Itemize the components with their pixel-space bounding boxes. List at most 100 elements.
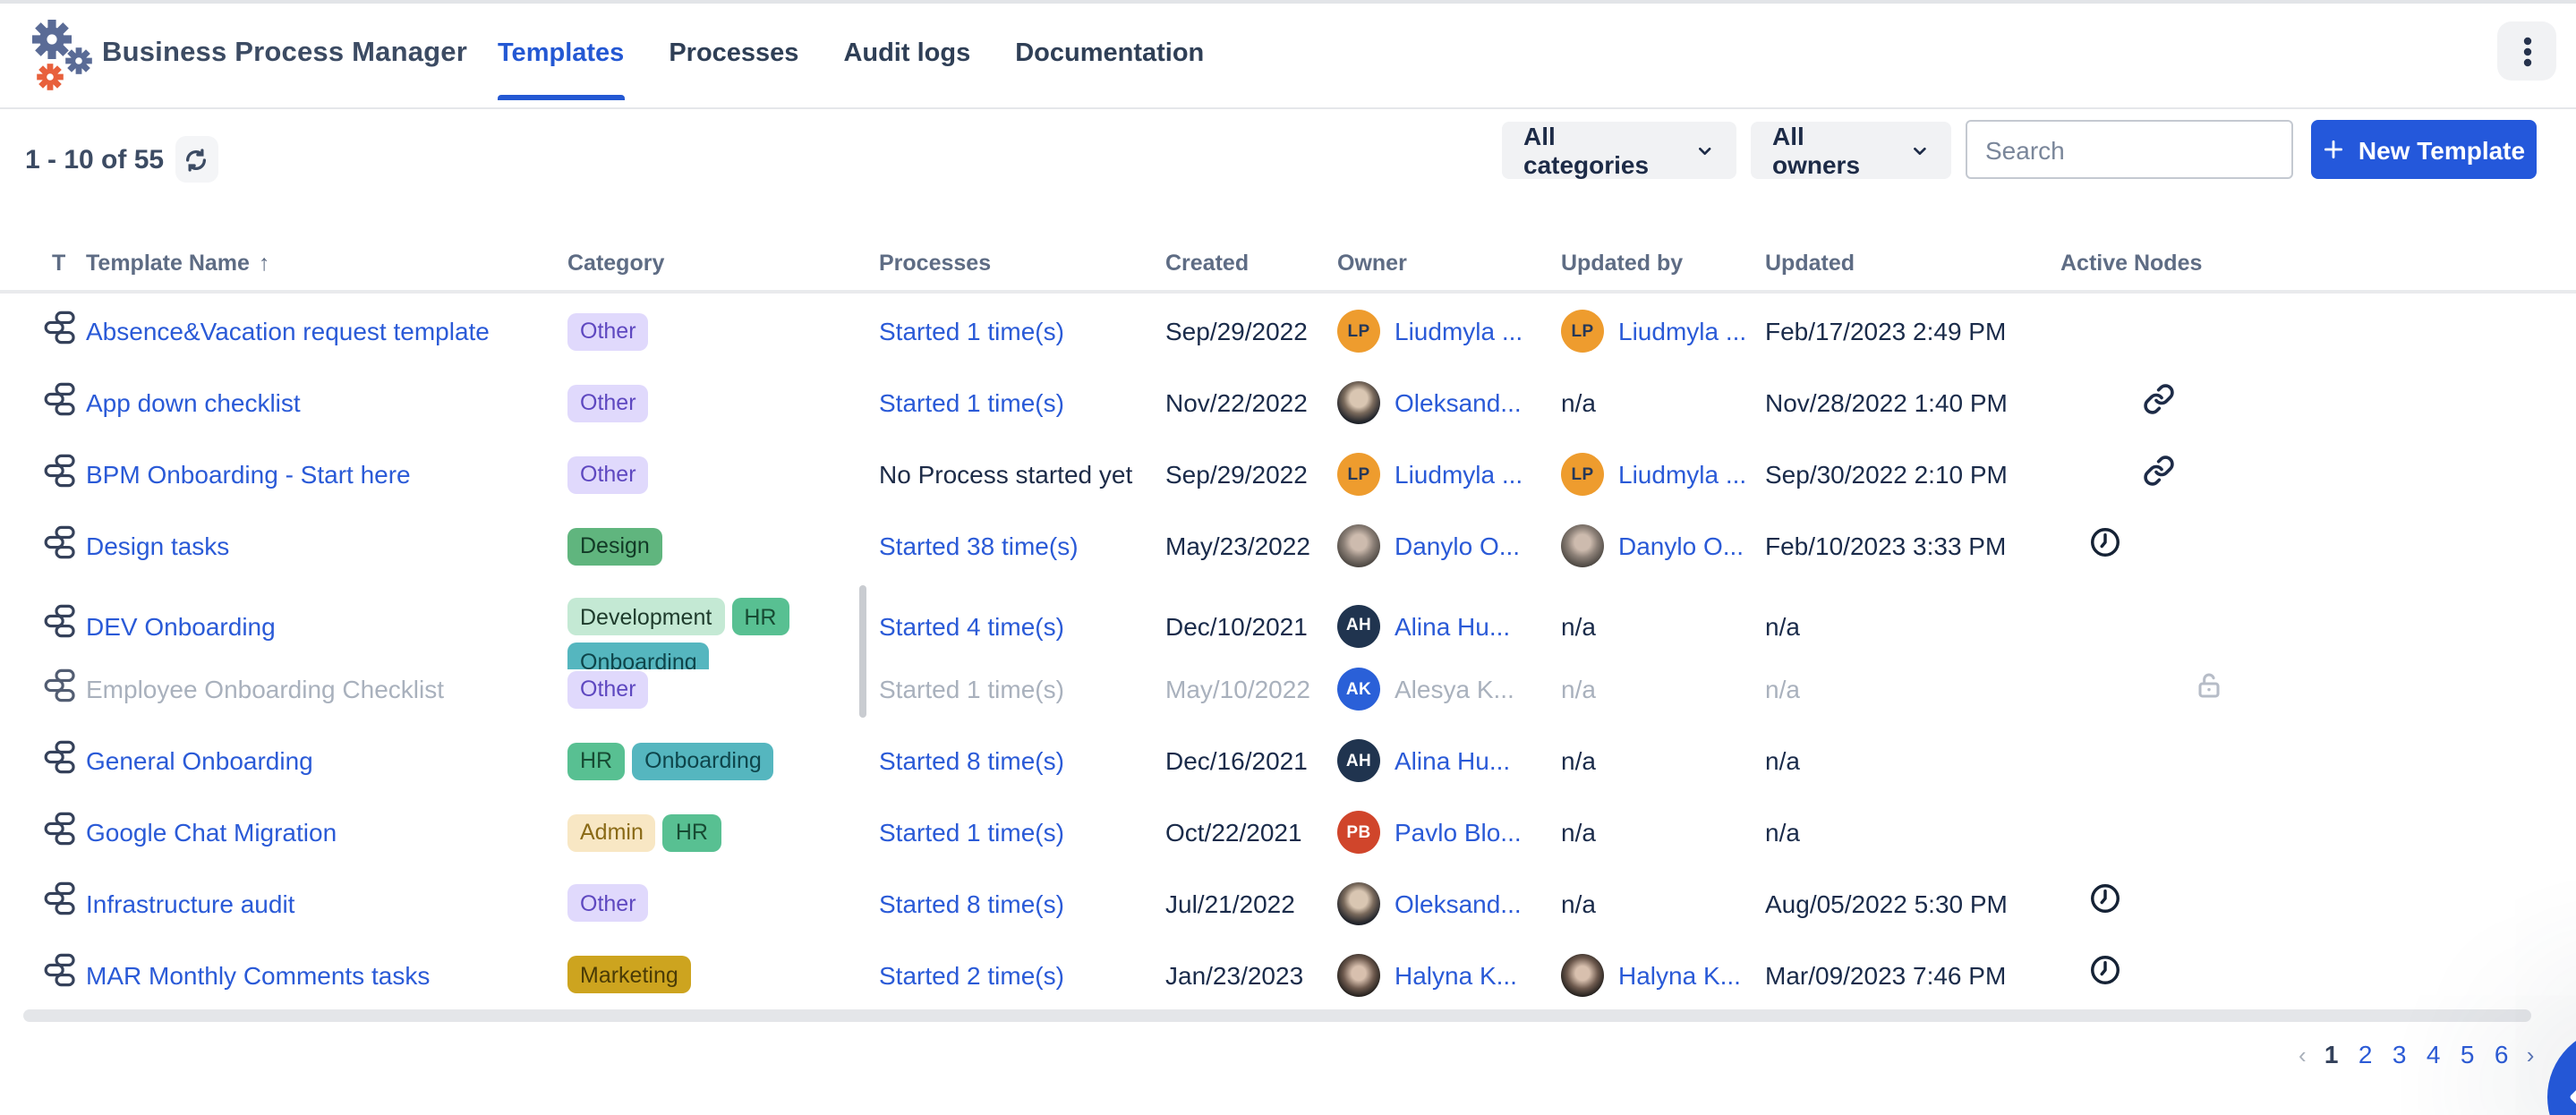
chevron-down-icon xyxy=(1910,140,1930,160)
column-header-created[interactable]: Created xyxy=(1165,250,1337,275)
column-header-updatedby[interactable]: Updated by xyxy=(1561,250,1765,275)
processes-cell[interactable]: Started 1 time(s) xyxy=(879,389,1165,418)
link-icon xyxy=(2143,455,2175,496)
user-name-link[interactable]: Danylo O... xyxy=(1395,532,1520,561)
created-cell: Oct/22/2021 xyxy=(1165,818,1337,847)
updated-cell: n/a xyxy=(1765,746,2060,775)
overflow-menu-button[interactable] xyxy=(2497,21,2556,81)
user-initials-avatar: LP xyxy=(1561,454,1604,497)
template-name-link[interactable]: MAR Monthly Comments tasks xyxy=(86,961,567,990)
updated-cell: Aug/05/2022 5:30 PM xyxy=(1765,889,2060,918)
template-name-link[interactable]: General Onboarding xyxy=(86,746,567,775)
template-table-body: Absence&Vacation request template Other … xyxy=(0,292,2576,1011)
template-type-cell xyxy=(43,381,86,426)
user-name-link[interactable]: Alina Hu... xyxy=(1395,612,1510,641)
updated-cell: n/a xyxy=(1765,675,2060,703)
user-initials-avatar: LP xyxy=(1337,454,1380,497)
user-name-link[interactable]: Oleksand... xyxy=(1395,389,1522,418)
plus-icon xyxy=(2323,138,2346,161)
pagination-page-4[interactable]: 4 xyxy=(2425,1040,2443,1068)
tab-templates[interactable]: Templates xyxy=(498,0,624,107)
processes-cell[interactable]: Started 1 time(s) xyxy=(879,318,1165,346)
table-row: Employee Onboarding Checklist Other Star… xyxy=(0,653,2576,725)
updated-by-cell: n/a xyxy=(1561,889,1765,918)
template-type-cell xyxy=(43,738,86,783)
processes-cell[interactable]: Started 8 time(s) xyxy=(879,746,1165,775)
processes-cell[interactable]: Started 8 time(s) xyxy=(879,889,1165,918)
updated-cell: Sep/30/2022 2:10 PM xyxy=(1765,461,2060,489)
column-header-proc[interactable]: Processes xyxy=(879,250,1165,275)
refresh-button[interactable] xyxy=(175,136,218,183)
template-name-link[interactable]: Google Chat Migration xyxy=(86,818,567,847)
pagination-page-1[interactable]: 1 xyxy=(2323,1040,2341,1068)
category-badge: HR xyxy=(731,599,789,636)
category-cell: Marketing xyxy=(567,957,879,994)
user-name-link[interactable]: Danylo O... xyxy=(1618,532,1744,561)
top-navigation-bar: Business Process Manager Templates Proces… xyxy=(0,0,2576,109)
template-name-link[interactable]: Absence&Vacation request template xyxy=(86,318,567,346)
owner-cell: AHAlina Hu... xyxy=(1337,605,1561,648)
pagination-page-5[interactable]: 5 xyxy=(2459,1040,2477,1068)
template-name-link[interactable]: DEV Onboarding xyxy=(86,612,567,641)
pagination-previous-button[interactable]: ‹ xyxy=(2299,1041,2307,1068)
category-cell: Other xyxy=(567,885,879,923)
processes-cell[interactable]: Started 2 time(s) xyxy=(879,961,1165,990)
processes-cell[interactable]: Started 4 time(s) xyxy=(879,612,1165,641)
not-available-text: n/a xyxy=(1561,746,1596,775)
category-cell: Other xyxy=(567,313,879,351)
owner-filter-dropdown[interactable]: All owners xyxy=(1751,122,1951,179)
user-name-link[interactable]: Liudmyla ... xyxy=(1395,318,1523,346)
created-cell: Sep/29/2022 xyxy=(1165,461,1337,489)
user-name-link[interactable]: Liudmyla ... xyxy=(1618,318,1746,346)
column-header-name[interactable]: Template Name↑ xyxy=(86,250,567,275)
sort-ascending-icon: ↑ xyxy=(259,250,270,275)
pagination-next-button[interactable]: › xyxy=(2527,1041,2535,1068)
user-name-link[interactable]: Liudmyla ... xyxy=(1618,461,1746,489)
category-cell-scrollbar[interactable] xyxy=(859,585,866,718)
pagination-page-2[interactable]: 2 xyxy=(2357,1040,2375,1068)
horizontal-scrollbar[interactable] xyxy=(23,1009,2531,1022)
user-name-link[interactable]: Halyna K... xyxy=(1395,961,1517,990)
template-name-link[interactable]: App down checklist xyxy=(86,389,567,418)
not-available-text: n/a xyxy=(1561,889,1596,918)
updated-cell: Feb/17/2023 2:49 PM xyxy=(1765,318,2060,346)
pagination-page-3[interactable]: 3 xyxy=(2391,1040,2409,1068)
category-cell: HROnboarding xyxy=(567,742,879,779)
category-cell: Other xyxy=(567,385,879,422)
category-badge: Other xyxy=(567,670,649,708)
owner-cell: Oleksand... xyxy=(1337,382,1561,425)
not-available-text: n/a xyxy=(1561,675,1596,703)
template-type-cell xyxy=(43,667,86,711)
tab-audit-logs[interactable]: Audit logs xyxy=(843,0,970,107)
table-row: App down checklist Other Started 1 time(… xyxy=(0,368,2576,439)
user-name-link[interactable]: Liudmyla ... xyxy=(1395,461,1523,489)
collapse-widget-button[interactable] xyxy=(2547,1027,2576,1115)
workflow-chain-icon xyxy=(43,810,77,855)
owner-cell: AHAlina Hu... xyxy=(1337,739,1561,782)
processes-cell[interactable]: Started 1 time(s) xyxy=(879,818,1165,847)
column-header-updated[interactable]: Updated xyxy=(1765,250,2060,275)
processes-cell[interactable]: Started 38 time(s) xyxy=(879,532,1165,561)
tab-documentation[interactable]: Documentation xyxy=(1015,0,1204,107)
user-name-link[interactable]: Alina Hu... xyxy=(1395,746,1510,775)
tab-processes[interactable]: Processes xyxy=(669,0,798,107)
user-name-link[interactable]: Pavlo Blo... xyxy=(1395,818,1522,847)
updated-by-cell: n/a xyxy=(1561,675,1765,703)
column-header-active[interactable]: Active Nodes xyxy=(2060,250,2576,275)
template-type-cell xyxy=(43,310,86,354)
search-field xyxy=(1966,120,2293,179)
app-title: Business Process Manager xyxy=(102,0,467,107)
template-name-link[interactable]: BPM Onboarding - Start here xyxy=(86,461,567,489)
column-header-owner[interactable]: Owner xyxy=(1337,250,1561,275)
template-name-link[interactable]: Design tasks xyxy=(86,532,567,561)
workflow-chain-icon xyxy=(43,310,77,354)
user-name-link[interactable]: Halyna K... xyxy=(1618,961,1741,990)
user-name-link[interactable]: Oleksand... xyxy=(1395,889,1522,918)
column-header-cat[interactable]: Category xyxy=(567,250,879,275)
search-input[interactable] xyxy=(1967,135,2309,164)
result-count: 1 - 10 of 55 xyxy=(25,144,164,174)
template-name-link[interactable]: Infrastructure audit xyxy=(86,889,567,918)
category-filter-dropdown[interactable]: All categories xyxy=(1502,122,1736,179)
new-template-button[interactable]: New Template xyxy=(2311,120,2537,179)
pagination-page-6[interactable]: 6 xyxy=(2493,1040,2511,1068)
